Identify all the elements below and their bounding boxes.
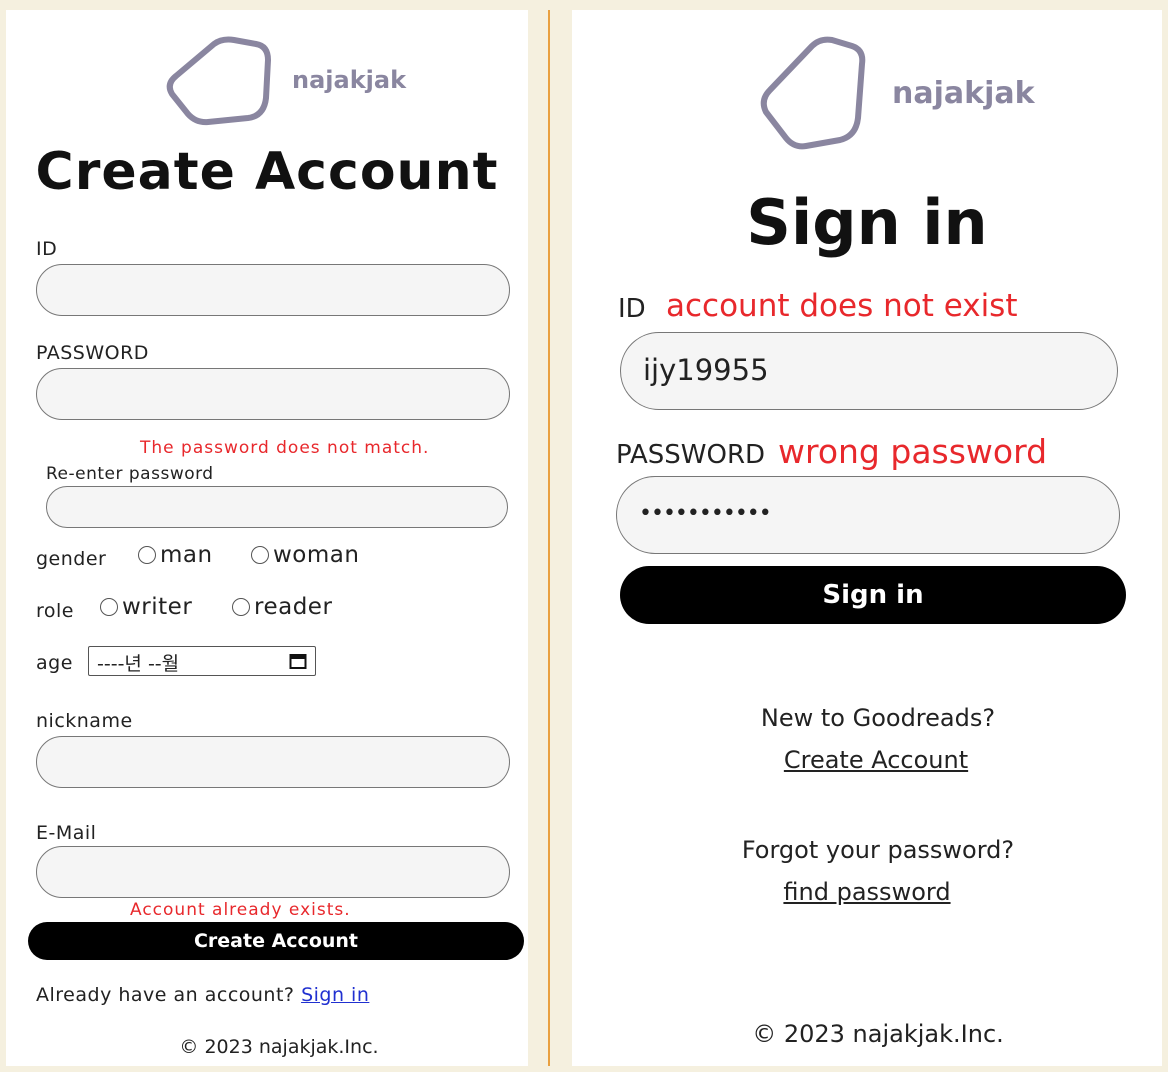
- new-user-text: New to Goodreads?: [760, 704, 996, 732]
- create-account-link[interactable]: Create Account: [572, 746, 1168, 774]
- password-input[interactable]: •••••••••••: [616, 476, 1120, 554]
- calendar-icon[interactable]: [289, 652, 307, 670]
- email-label: E-Mail: [36, 822, 97, 844]
- radio-icon[interactable]: [138, 546, 156, 564]
- create-account-panel: najakjak Create Account ID PASSWORD The …: [6, 10, 528, 1066]
- sign-in-panel: najakjak Sign in ID account does not exi…: [572, 10, 1162, 1066]
- password-label: PASSWORD: [616, 440, 766, 470]
- age-month-input[interactable]: ----년 --월: [88, 646, 316, 676]
- gender-option-man[interactable]: man: [138, 542, 213, 568]
- page-title: Sign in: [746, 186, 988, 259]
- password-input[interactable]: [36, 368, 510, 420]
- radio-icon[interactable]: [232, 598, 250, 616]
- password-error: The password does not match.: [140, 438, 430, 458]
- email-input[interactable]: [36, 846, 510, 898]
- role-option-reader[interactable]: reader: [232, 594, 332, 620]
- role-label: role: [36, 600, 74, 622]
- role-option-writer[interactable]: writer: [100, 594, 192, 620]
- brand-name: najakjak: [892, 76, 1035, 111]
- gender-label: gender: [36, 548, 107, 570]
- radio-icon[interactable]: [100, 598, 118, 616]
- password-label: PASSWORD: [36, 342, 149, 364]
- id-input[interactable]: ijy19955: [620, 332, 1118, 410]
- reenter-password-label: Re-enter password: [46, 464, 214, 484]
- panel-divider: [548, 10, 550, 1066]
- logo-icon: [760, 36, 866, 150]
- id-input[interactable]: [36, 264, 510, 316]
- forgot-password-text: Forgot your password?: [741, 836, 1015, 864]
- create-account-button[interactable]: Create Account: [28, 922, 524, 960]
- nickname-input[interactable]: [36, 736, 510, 788]
- gender-option-woman[interactable]: woman: [251, 542, 359, 568]
- age-label: age: [36, 652, 73, 674]
- find-password-link[interactable]: find password: [572, 878, 1162, 906]
- radio-icon[interactable]: [251, 546, 269, 564]
- reenter-password-input[interactable]: [46, 486, 508, 528]
- password-error: wrong password: [778, 432, 1048, 471]
- logo-icon: [166, 36, 271, 126]
- id-label: ID: [618, 294, 646, 324]
- id-error: account does not exist: [666, 288, 1018, 324]
- footer-copyright: © 2023 najakjak.Inc.: [752, 1020, 1004, 1048]
- signin-link[interactable]: Sign in: [301, 984, 369, 1006]
- id-label: ID: [36, 238, 58, 260]
- sign-in-button[interactable]: Sign in: [620, 566, 1126, 624]
- brand-name: najakjak: [292, 66, 407, 94]
- page-title: Create Account: [35, 142, 499, 202]
- signin-prompt: Already have an account? Sign in: [36, 984, 370, 1006]
- email-error: Account already exists.: [130, 900, 351, 920]
- footer-copyright: © 2023 najakjak.Inc.: [179, 1036, 379, 1058]
- nickname-label: nickname: [36, 710, 133, 732]
